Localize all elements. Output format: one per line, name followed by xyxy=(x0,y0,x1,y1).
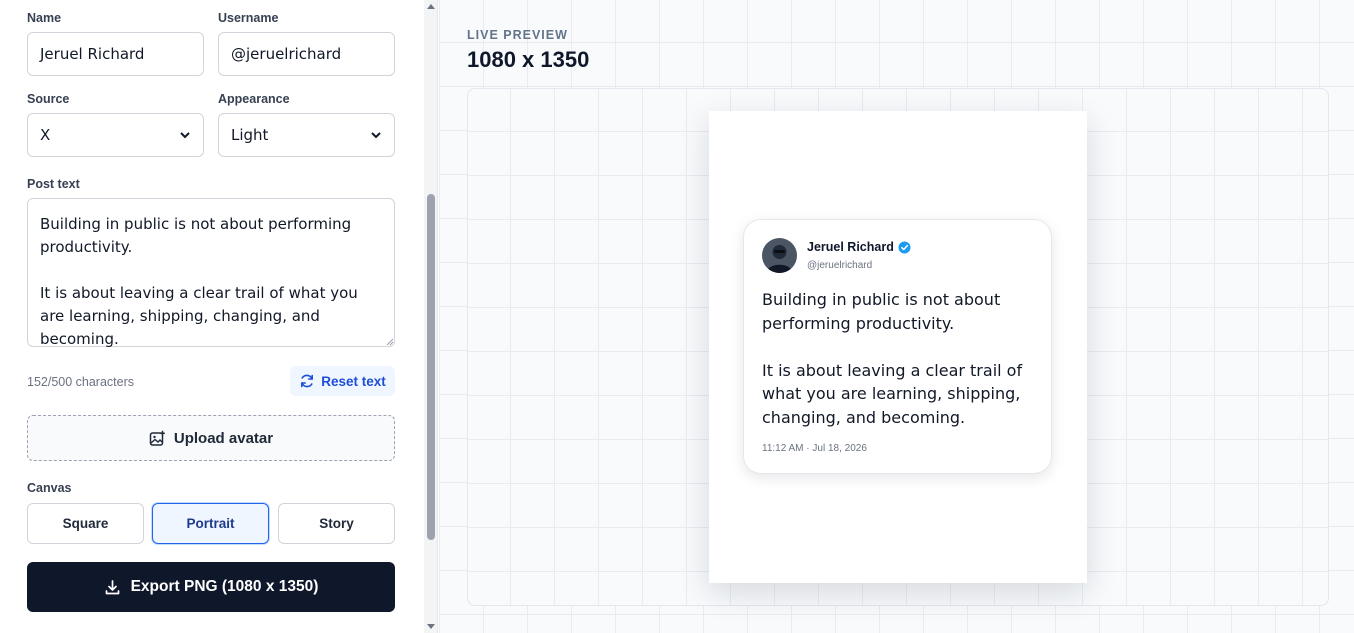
export-png-button[interactable]: Export PNG (1080 x 1350) xyxy=(27,562,395,612)
live-preview-label: LIVE PREVIEW xyxy=(467,28,568,42)
card-timestamp: 11:12 AM · Jul 18, 2026 xyxy=(762,443,867,454)
canvas-option-story[interactable]: Story xyxy=(278,503,395,544)
chevron-down-icon xyxy=(371,132,381,139)
appearance-select[interactable]: Light xyxy=(218,113,395,157)
export-png-label: Export PNG (1080 x 1350) xyxy=(130,578,319,595)
scroll-down-icon[interactable] xyxy=(427,622,435,630)
canvas-option-portrait[interactable]: Portrait xyxy=(152,503,269,544)
source-label: Source xyxy=(27,92,70,106)
preview-stage: Jeruel Richard @jeruelrichard Building i… xyxy=(467,88,1329,606)
chevron-down-icon xyxy=(180,132,190,139)
preview-panel: LIVE PREVIEW 1080 x 1350 Jeruel Richard xyxy=(439,0,1354,633)
username-label: Username xyxy=(218,11,279,25)
card-name-text: Jeruel Richard xyxy=(807,240,894,254)
avatar xyxy=(762,238,797,273)
reset-text-button[interactable]: Reset text xyxy=(290,366,395,396)
upload-avatar-label: Upload avatar xyxy=(173,429,274,447)
post-text-input[interactable]: Building in public is not about performi… xyxy=(27,198,395,348)
export-canvas: Jeruel Richard @jeruelrichard Building i… xyxy=(709,111,1087,583)
name-input[interactable]: Jeruel Richard xyxy=(27,32,204,76)
image-plus-icon xyxy=(149,430,165,446)
source-select-value: X xyxy=(40,126,51,144)
name-label: Name xyxy=(27,11,62,25)
post-text-label: Post text xyxy=(27,177,80,191)
scrollbar[interactable] xyxy=(424,0,437,633)
appearance-label: Appearance xyxy=(218,92,290,106)
scrollbar-thumb[interactable] xyxy=(427,194,435,540)
card-post-text: Building in public is not about performi… xyxy=(762,290,1023,427)
canvas-label: Canvas xyxy=(27,481,72,495)
verified-badge-icon xyxy=(898,241,911,253)
username-input[interactable]: @jeruelrichard xyxy=(218,32,395,76)
reset-text-label: Reset text xyxy=(321,373,386,389)
card-handle: @jeruelrichard xyxy=(807,260,873,271)
character-count: 152/500 characters xyxy=(27,375,135,389)
appearance-select-value: Light xyxy=(231,126,269,144)
refresh-icon xyxy=(301,374,314,388)
editor-panel: Name Jeruel Richard Username @jeruelrich… xyxy=(0,0,438,633)
card-display-name: Jeruel Richard xyxy=(807,240,911,254)
canvas-option-square[interactable]: Square xyxy=(27,503,144,544)
download-icon xyxy=(105,579,119,594)
avatar-image xyxy=(762,238,797,273)
resize-handle-icon[interactable] xyxy=(386,338,394,346)
upload-avatar-button[interactable]: Upload avatar xyxy=(27,415,395,461)
preview-size: 1080 x 1350 xyxy=(467,47,590,72)
post-card: Jeruel Richard @jeruelrichard Building i… xyxy=(743,219,1052,474)
scroll-up-icon[interactable] xyxy=(427,3,435,11)
source-select[interactable]: X xyxy=(27,113,204,157)
